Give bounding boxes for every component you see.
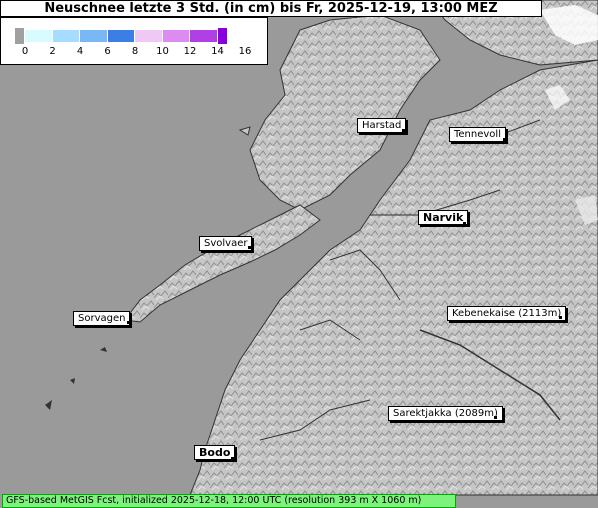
place-marker-svolvaer bbox=[248, 246, 251, 249]
legend-color-cell bbox=[107, 30, 135, 42]
legend-color-cell bbox=[15, 28, 25, 44]
place-label-sorvagen: Sorvagen bbox=[73, 311, 131, 326]
legend-tick-label: 2 bbox=[49, 46, 56, 57]
place-marker-harstad bbox=[402, 129, 405, 132]
legend-color-scale bbox=[15, 28, 228, 44]
place-marker-bodo bbox=[231, 457, 234, 460]
map-title: Neuschnee letzte 3 Std. (in cm) bis Fr, … bbox=[0, 0, 542, 17]
legend-tick-label: 16 bbox=[238, 46, 252, 57]
place-label-bodo: Bodo bbox=[194, 445, 236, 460]
weather-map: Neuschnee letzte 3 Std. (in cm) bis Fr, … bbox=[0, 0, 598, 508]
legend-color-cell bbox=[190, 30, 218, 42]
place-label-harstad: Harstad bbox=[357, 118, 407, 133]
legend-tick-label: 10 bbox=[156, 46, 169, 57]
legend-tick-label: 0 bbox=[21, 46, 29, 57]
place-marker-tennevoll bbox=[503, 138, 506, 141]
legend-color-cell bbox=[80, 30, 108, 42]
place-marker-sorvagen bbox=[127, 321, 130, 324]
legend-tick-label: 8 bbox=[131, 46, 139, 57]
place-marker-kebenekaise bbox=[559, 316, 562, 319]
place-label-tennevoll: Tennevoll bbox=[449, 127, 506, 142]
legend-color-cell bbox=[162, 30, 190, 42]
legend-color-cell bbox=[135, 30, 163, 42]
forecast-info-footer: GFS-based MetGIS Fcst, initialized 2025-… bbox=[2, 494, 456, 508]
legend-tick-label: 4 bbox=[76, 46, 84, 57]
snowfall-legend: 0 2 4 6 8 10 12 14 16 bbox=[0, 17, 268, 65]
place-label-sarektjakka: Sarektjakka (2089m) bbox=[388, 406, 503, 421]
place-marker-narvik bbox=[463, 222, 466, 225]
place-label-narvik: Narvik bbox=[418, 210, 469, 225]
place-marker-sarektjakka bbox=[494, 416, 497, 419]
legend-tick-label: 14 bbox=[211, 46, 224, 57]
legend-tick-label: 12 bbox=[183, 46, 197, 57]
legend-color-cell bbox=[217, 28, 228, 44]
legend-color-cell bbox=[52, 30, 80, 42]
legend-color-cell bbox=[25, 30, 53, 42]
legend-tick-label: 6 bbox=[104, 46, 111, 57]
terrain-map bbox=[0, 0, 598, 508]
place-label-kebenekaise: Kebenekaise (2113m) bbox=[447, 306, 567, 321]
place-label-svolvaer: Svolvaer bbox=[199, 236, 253, 251]
